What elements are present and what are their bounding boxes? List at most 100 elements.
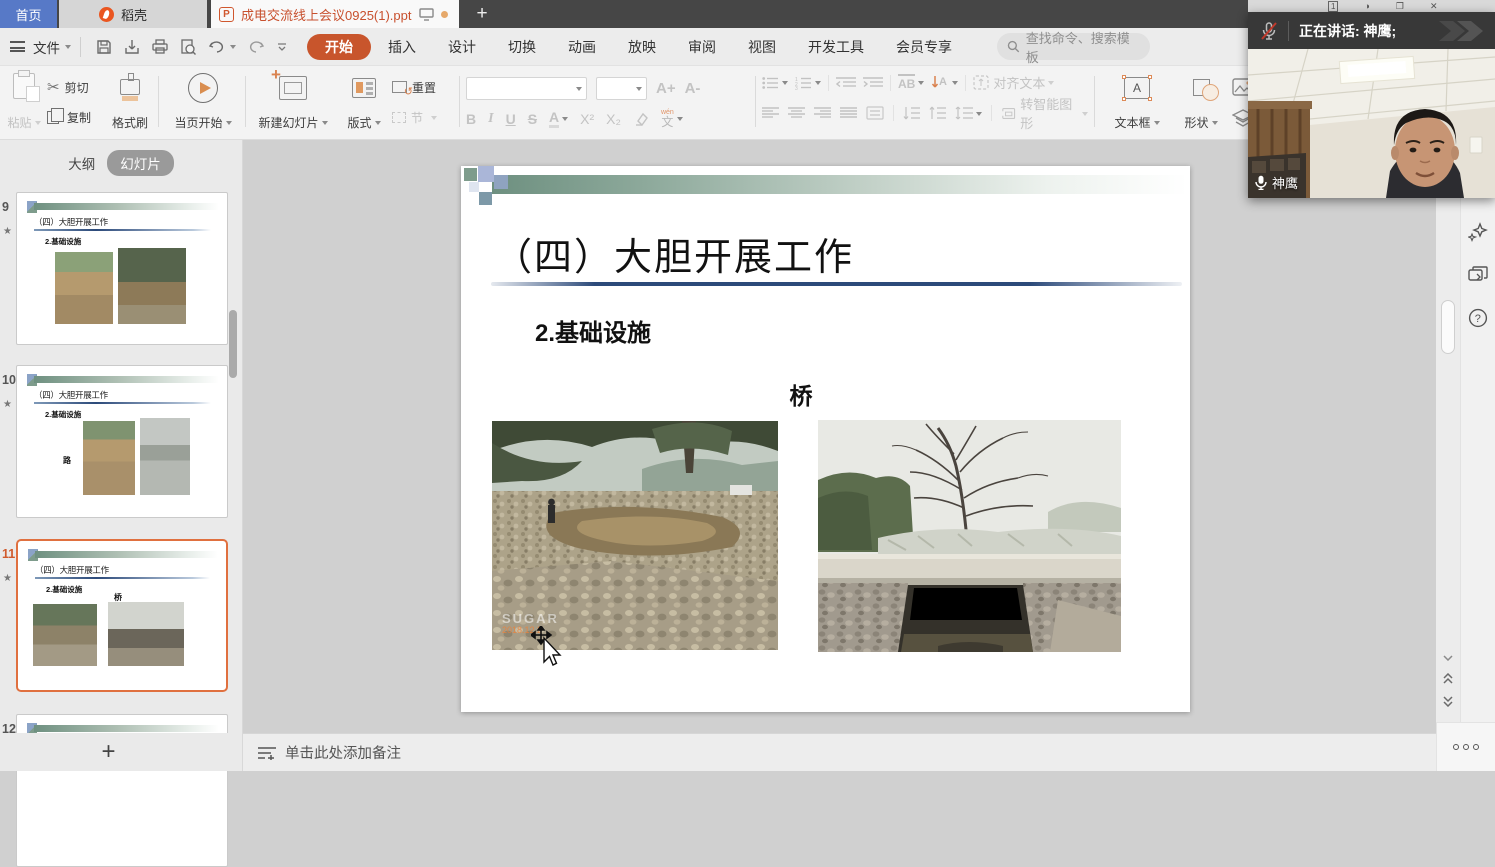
undo-button[interactable] — [207, 38, 236, 56]
slide-title[interactable]: （四）大胆开展工作 — [494, 226, 854, 281]
play-from-current-button[interactable]: 当页开始 — [167, 66, 239, 139]
microphone-muted-icon[interactable] — [1258, 20, 1280, 42]
grow-font-button[interactable]: A+ — [656, 80, 676, 97]
font-size-select[interactable] — [596, 77, 647, 100]
sidebar-scrollbar[interactable] — [229, 310, 237, 378]
share-screen-icon[interactable] — [419, 8, 434, 21]
tab-animation[interactable]: 动画 — [553, 34, 611, 60]
align-text-button[interactable]: 对齐文本 — [973, 73, 1054, 92]
space-before-button[interactable] — [903, 106, 920, 121]
increase-indent-button[interactable] — [863, 76, 883, 90]
clear-format-button[interactable] — [633, 112, 649, 126]
font-name-select[interactable] — [466, 77, 587, 100]
new-slide-button[interactable]: 新建幻灯片 — [253, 66, 333, 139]
layers-button[interactable] — [1232, 109, 1248, 127]
text-direction-button[interactable]: A — [931, 75, 958, 91]
bold-button[interactable]: B — [466, 111, 476, 127]
italic-button[interactable]: I — [488, 111, 493, 127]
strikethrough-button[interactable]: S — [528, 111, 537, 127]
shapes-button[interactable]: 形状 — [1174, 66, 1228, 139]
slide-thumbnail-9[interactable]: （四）大胆开展工作 2.基础设施 — [16, 192, 228, 345]
format-painter-button[interactable]: 格式刷 — [106, 66, 154, 139]
slide-11-canvas[interactable]: （四）大胆开展工作 2.基础设施 桥 — [461, 166, 1190, 712]
photo-culvert-bridge[interactable] — [818, 420, 1121, 652]
paste-button[interactable]: 粘贴 — [2, 66, 46, 139]
tab-insert[interactable]: 插入 — [373, 34, 431, 60]
effects-star-icon[interactable] — [1468, 222, 1488, 242]
hamburger-menu-icon[interactable] — [10, 41, 25, 52]
font-color-button[interactable]: A — [549, 109, 568, 128]
picture-button[interactable] — [1232, 78, 1248, 96]
tab-review[interactable]: 审阅 — [673, 34, 731, 60]
editing-canvas[interactable]: （四）大胆开展工作 2.基础设施 桥 — [243, 140, 1436, 733]
new-tab-button[interactable]: + — [459, 0, 505, 28]
home-tab[interactable]: 首页 — [0, 0, 57, 28]
tab-slideshow[interactable]: 放映 — [613, 34, 671, 60]
scrollbar-thumb[interactable] — [1441, 300, 1455, 354]
character-spacing-button[interactable]: AB — [898, 74, 924, 91]
redo-button[interactable] — [246, 38, 266, 56]
superscript-button[interactable]: X² — [580, 111, 594, 127]
phonetic-guide-button[interactable]: wén文 — [661, 109, 683, 128]
scroll-down-icon[interactable] — [1443, 655, 1453, 661]
thumb-photo — [83, 421, 135, 495]
photo-river-crossing[interactable]: SUGAR 2018.12.2 — [492, 421, 778, 650]
help-icon[interactable]: ? — [1468, 308, 1488, 328]
convert-smartart-button[interactable]: 转智能图形 — [1001, 94, 1088, 132]
underline-button[interactable]: U — [506, 111, 516, 127]
textbox-button[interactable]: A 文本框 — [1106, 66, 1168, 139]
restore-window-icon[interactable]: ❐ — [1396, 1, 1404, 12]
align-right-button[interactable] — [814, 106, 831, 120]
collapse-ribbon-icon[interactable] — [276, 43, 288, 51]
justify-button[interactable] — [840, 106, 857, 120]
line-spacing-button[interactable] — [955, 106, 982, 121]
space-after-button[interactable] — [929, 106, 946, 121]
command-search-input[interactable]: 查找命令、搜索模板 — [997, 33, 1150, 60]
slide-thumbnail-11-selected[interactable]: （四）大胆开展工作 2.基础设施 桥 — [16, 539, 228, 692]
vertical-scrollbar[interactable] — [1436, 140, 1460, 722]
output-button[interactable] — [123, 38, 141, 56]
share-window-icon[interactable] — [1468, 266, 1488, 284]
notes-bar[interactable]: 单击此处添加备注 — [243, 733, 1436, 771]
tab-developer[interactable]: 开发工具 — [793, 34, 879, 60]
layout-button[interactable]: 版式 — [338, 66, 390, 139]
previous-slide-button[interactable] — [1443, 673, 1453, 684]
subscript-button[interactable]: X₂ — [606, 111, 621, 127]
section-button[interactable]: 节 — [392, 107, 456, 129]
bullet-list-button[interactable] — [762, 76, 788, 90]
tab-home[interactable]: 开始 — [307, 34, 371, 60]
numbered-list-button[interactable]: 123 — [795, 76, 821, 90]
tab-design[interactable]: 设计 — [433, 34, 491, 60]
slides-tab[interactable]: 幻灯片 — [107, 150, 174, 176]
next-slide-button[interactable] — [1443, 696, 1453, 707]
slide-section-text[interactable]: 2.基础设施 — [535, 313, 651, 348]
add-slide-button[interactable]: + — [101, 738, 115, 766]
unread-badge[interactable]: 1 — [1328, 1, 1338, 12]
cut-button[interactable]: ✂剪切 — [47, 76, 107, 98]
file-menu[interactable]: 文件 — [33, 37, 60, 57]
print-preview-button[interactable] — [179, 38, 197, 56]
save-button[interactable] — [95, 38, 113, 56]
webcam-video[interactable]: 神鹰 — [1248, 49, 1495, 198]
tab-view[interactable]: 视图 — [733, 34, 791, 60]
align-left-button[interactable] — [762, 106, 779, 120]
account-icon[interactable]: ◑ — [1364, 1, 1369, 11]
outline-tab[interactable]: 大纲 — [68, 153, 95, 173]
tab-member[interactable]: 会员专享 — [881, 34, 967, 60]
copy-button[interactable]: 复制 — [47, 107, 107, 129]
close-window-icon[interactable]: ✕ — [1430, 1, 1438, 12]
shrink-font-button[interactable]: A- — [685, 80, 701, 97]
print-button[interactable] — [151, 38, 169, 56]
video-conference-overlay[interactable]: 正在讲话: 神鹰; — [1248, 12, 1495, 198]
tab-transitions[interactable]: 切换 — [493, 34, 551, 60]
overlay-options-panel[interactable] — [1436, 722, 1495, 771]
document-tab[interactable]: P 成电交流线上会议0925(1).ppt — [211, 0, 459, 28]
slide-thumbnail-10[interactable]: （四）大胆开展工作 2.基础设施 路 — [16, 365, 228, 518]
align-center-button[interactable] — [788, 106, 805, 120]
docer-tab[interactable]: 稻壳 — [59, 0, 207, 28]
file-menu-caret-icon[interactable] — [65, 45, 71, 52]
distribute-button[interactable] — [866, 106, 884, 120]
slide-caption[interactable]: 桥 — [771, 377, 831, 411]
decrease-indent-button[interactable] — [836, 76, 856, 90]
reset-button[interactable]: 重置 — [392, 76, 456, 98]
